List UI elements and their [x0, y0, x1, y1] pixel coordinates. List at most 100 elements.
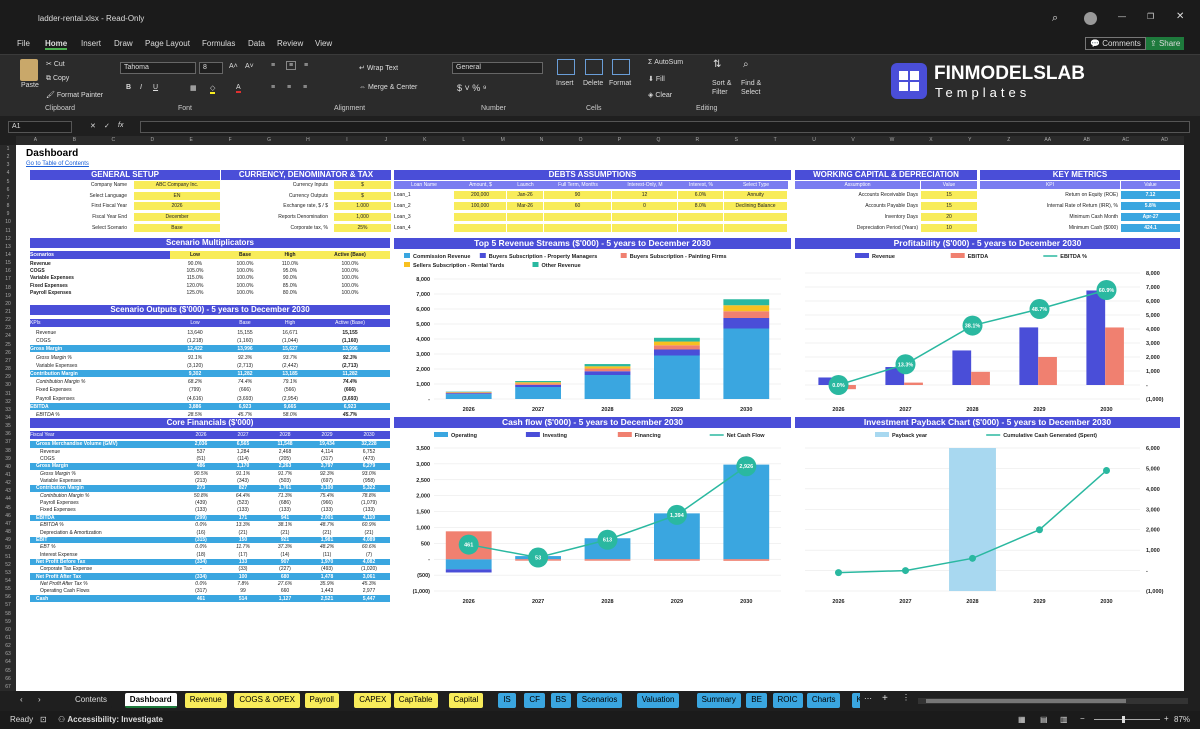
- menu-insert[interactable]: Insert: [81, 39, 101, 48]
- row-header[interactable]: 49: [0, 536, 16, 544]
- find-select-icon[interactable]: ⌕: [743, 59, 749, 70]
- column-header[interactable]: F: [211, 136, 250, 145]
- page-layout-view-icon[interactable]: ▤: [1040, 715, 1048, 724]
- column-header[interactable]: O: [561, 136, 600, 145]
- accessibility-button[interactable]: ⚇ Accessibility: Investigate: [58, 715, 163, 724]
- sheet-tab[interactable]: BS: [550, 693, 572, 708]
- sheet-tab[interactable]: Dashboard: [124, 693, 177, 708]
- row-header[interactable]: 23: [0, 324, 16, 332]
- search-icon[interactable]: ⌕: [1052, 12, 1058, 25]
- row-header[interactable]: 44: [0, 495, 16, 503]
- row-header[interactable]: 65: [0, 667, 16, 675]
- row-header[interactable]: 38: [0, 447, 16, 455]
- row-header[interactable]: 9: [0, 210, 16, 218]
- formula-input[interactable]: [140, 121, 1190, 133]
- share-button[interactable]: ⇪ Share: [1146, 37, 1185, 50]
- row-header[interactable]: 17: [0, 275, 16, 283]
- sheet-tab[interactable]: Valuation: [636, 693, 680, 708]
- cancel-icon[interactable]: ✕: [90, 122, 96, 130]
- find-select-button[interactable]: Find & Select: [741, 79, 769, 97]
- font-size-dropdown[interactable]: 8: [199, 62, 223, 74]
- row-header[interactable]: 50: [0, 544, 16, 552]
- row-header[interactable]: 31: [0, 390, 16, 398]
- cut-button[interactable]: ✂ Cut: [46, 60, 65, 68]
- column-header[interactable]: D: [133, 136, 172, 145]
- shrink-font-icon[interactable]: A˅: [245, 63, 254, 70]
- row-header[interactable]: 26: [0, 349, 16, 357]
- grow-font-icon[interactable]: A˄: [229, 63, 238, 70]
- menu-draw[interactable]: Draw: [114, 39, 133, 48]
- column-header[interactable]: Z: [989, 136, 1028, 145]
- row-header[interactable]: 30: [0, 381, 16, 389]
- wrap-text-button[interactable]: ↵ Wrap Text: [359, 64, 398, 72]
- menu-file[interactable]: File: [17, 39, 30, 48]
- column-header[interactable]: X: [911, 136, 950, 145]
- row-header[interactable]: 52: [0, 561, 16, 569]
- row-header[interactable]: 48: [0, 528, 16, 536]
- menu-page-layout[interactable]: Page Layout: [145, 39, 190, 48]
- column-header[interactable]: G: [250, 136, 289, 145]
- column-header[interactable]: U: [795, 136, 834, 145]
- name-box[interactable]: A1: [8, 121, 72, 133]
- sheet-tab[interactable]: KPIs: [851, 693, 860, 708]
- row-header[interactable]: 15: [0, 259, 16, 267]
- clear-button[interactable]: ◈ Clear: [648, 91, 672, 99]
- format-painter-button[interactable]: 🖌 Format Painter: [46, 91, 103, 99]
- sheet-tab[interactable]: Summary: [696, 693, 741, 708]
- row-header[interactable]: 18: [0, 284, 16, 292]
- row-header[interactable]: 59: [0, 618, 16, 626]
- row-header[interactable]: 33: [0, 406, 16, 414]
- column-header[interactable]: N: [522, 136, 561, 145]
- currency-format-icon[interactable]: $ ˅ % ⁹: [457, 83, 487, 93]
- column-header[interactable]: AC: [1106, 136, 1145, 145]
- sheet-tab[interactable]: ROIC: [772, 693, 803, 708]
- column-header[interactable]: J: [366, 136, 405, 145]
- row-header[interactable]: 22: [0, 316, 16, 324]
- row-header[interactable]: 11: [0, 227, 16, 235]
- column-header[interactable]: Y: [950, 136, 989, 145]
- sheet-tab[interactable]: Revenue: [184, 693, 227, 708]
- row-header[interactable]: 56: [0, 593, 16, 601]
- borders-icon[interactable]: ▦: [190, 84, 197, 92]
- row-header[interactable]: 32: [0, 398, 16, 406]
- align-bottom-icon[interactable]: ≡: [304, 62, 308, 69]
- row-header[interactable]: 28: [0, 365, 16, 373]
- row-header[interactable]: 7: [0, 194, 16, 202]
- row-header[interactable]: 29: [0, 373, 16, 381]
- row-header[interactable]: 53: [0, 569, 16, 577]
- row-header[interactable]: 24: [0, 332, 16, 340]
- column-header[interactable]: AB: [1067, 136, 1106, 145]
- fx-icon[interactable]: fx: [118, 122, 123, 129]
- row-header[interactable]: 40: [0, 463, 16, 471]
- align-center-icon[interactable]: ≡: [287, 84, 291, 91]
- row-header[interactable]: 3: [0, 161, 16, 169]
- sheet-tab[interactable]: Scenarios: [576, 693, 623, 708]
- insert-cells-icon[interactable]: [557, 59, 575, 75]
- normal-view-icon[interactable]: ▦: [1018, 715, 1026, 724]
- delete-cells-icon[interactable]: [585, 59, 603, 75]
- row-header[interactable]: 6: [0, 186, 16, 194]
- toc-link[interactable]: Go to Table of Contents: [26, 161, 89, 167]
- fill-button[interactable]: ⬇ Fill: [648, 75, 665, 83]
- row-header[interactable]: 13: [0, 243, 16, 251]
- sheet-tab[interactable]: IS: [498, 693, 516, 708]
- row-header[interactable]: 54: [0, 577, 16, 585]
- row-header[interactable]: 58: [0, 610, 16, 618]
- copy-button[interactable]: ⧉ Copy: [46, 75, 69, 83]
- insert-button[interactable]: Insert: [556, 80, 574, 87]
- sort-filter-icon[interactable]: ⇅: [713, 59, 721, 70]
- sheet-tab[interactable]: Contents: [70, 693, 113, 708]
- sheet-tab[interactable]: BE: [746, 693, 767, 708]
- column-header[interactable]: Q: [639, 136, 678, 145]
- column-header[interactable]: E: [172, 136, 211, 145]
- add-sheet-icon[interactable]: +: [882, 693, 888, 704]
- paste-button[interactable]: Paste: [21, 82, 39, 89]
- enter-icon[interactable]: ✓: [104, 122, 110, 130]
- row-header[interactable]: 10: [0, 218, 16, 226]
- column-header[interactable]: C: [94, 136, 133, 145]
- row-header[interactable]: 1: [0, 145, 16, 153]
- sheet-tab[interactable]: CF: [524, 693, 546, 708]
- row-header[interactable]: 41: [0, 471, 16, 479]
- font-color-icon[interactable]: A: [236, 84, 241, 93]
- row-header[interactable]: 19: [0, 292, 16, 300]
